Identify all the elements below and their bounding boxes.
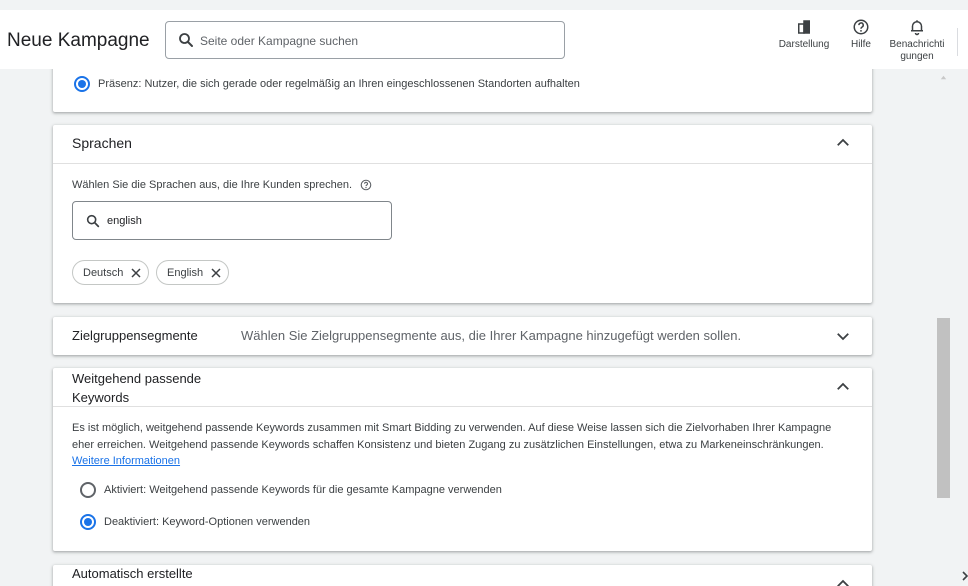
auto-created-assets-card: Automatisch erstellte [53, 565, 872, 586]
audience-card-title: Zielgruppensegmente [72, 328, 198, 343]
language-search-input[interactable] [107, 213, 377, 229]
broad-match-disabled-option[interactable]: Deaktiviert: Keyword-Optionen verwenden [80, 514, 310, 530]
notifications-button[interactable]: Benachrichti gungen [884, 18, 950, 63]
language-chip-english: English [156, 260, 230, 285]
broad-match-title-line1: Weitgehend passende [72, 371, 202, 386]
chevron-up-icon[interactable] [834, 575, 852, 586]
language-chip-deutsch: Deutsch [72, 260, 150, 285]
appearance-button[interactable]: Darstellung [776, 18, 832, 51]
close-icon[interactable] [210, 267, 222, 279]
top-strip [0, 0, 968, 10]
scrollbar-thumb[interactable] [937, 318, 950, 498]
broad-match-title-line2: Keywords [72, 390, 130, 405]
language-search-box[interactable] [72, 201, 392, 240]
audience-card-description: Wählen Sie Zielgruppensegmente aus, die … [241, 328, 742, 343]
search-icon [86, 214, 100, 228]
broad-match-description: Es ist möglich, weitgehend passende Keyw… [72, 420, 832, 470]
languages-card-title: Sprachen [72, 135, 132, 151]
chevron-up-icon[interactable] [834, 134, 852, 152]
learn-more-link[interactable]: Weitere Informationen [72, 455, 180, 467]
close-icon[interactable] [130, 267, 142, 279]
languages-hint: Wählen Sie die Sprachen aus, die Ihre Ku… [72, 179, 372, 191]
main-content: Präsenz: Nutzer, die sich gerade oder re… [0, 69, 968, 586]
page-title: Neue Kampagne [7, 30, 150, 51]
broad-match-disabled-label: Deaktiviert: Keyword-Optionen verwenden [104, 516, 311, 528]
page-search-input[interactable] [200, 31, 550, 51]
page-search-box[interactable] [165, 21, 565, 59]
app-header: Neue Kampagne Darstellung Hilfe Benachri… [0, 10, 968, 69]
scroll-up-arrow-icon[interactable] [939, 73, 948, 82]
languages-card: Sprachen Wählen Sie die Sprachen aus, di… [53, 125, 872, 303]
header-divider [957, 28, 958, 56]
search-icon [179, 33, 193, 47]
broad-match-enabled-radio[interactable] [80, 482, 96, 498]
help-label: Hilfe [850, 39, 871, 50]
notifications-label-line1: Benachrichti [889, 39, 945, 50]
card-divider [53, 406, 872, 407]
presence-radio-label: Präsenz: Nutzer, die sich gerade oder re… [98, 78, 580, 90]
chevron-up-icon[interactable] [834, 378, 852, 396]
card-divider [53, 163, 872, 164]
auto-assets-card-title: Automatisch erstellte [72, 566, 193, 581]
notifications-label-line2: gungen [900, 51, 934, 62]
chevron-down-icon[interactable] [834, 327, 852, 345]
broad-match-enabled-label: Aktiviert: Weitgehend passende Keywords … [104, 484, 502, 496]
audience-segments-card[interactable]: Zielgruppensegmente Wählen Sie Zielgrupp… [53, 317, 872, 355]
bell-icon [911, 20, 923, 36]
broad-match-card-title: Weitgehend passende Keywords [72, 369, 201, 407]
broad-match-card: Weitgehend passende Keywords Es ist mögl… [53, 368, 872, 551]
chevron-right-icon[interactable] [961, 569, 968, 583]
broad-match-disabled-radio[interactable] [80, 514, 96, 530]
help-icon[interactable] [360, 179, 372, 191]
help-button[interactable]: Hilfe [846, 18, 876, 51]
chip-label: Deutsch [83, 266, 124, 279]
broad-match-description-text: Es ist möglich, weitgehend passende Keyw… [72, 422, 832, 451]
help-icon [853, 19, 869, 35]
appearance-label: Darstellung [778, 39, 830, 50]
appearance-icon [798, 20, 810, 34]
presence-radio-option[interactable]: Präsenz: Nutzer, die sich gerade oder re… [74, 76, 580, 92]
chip-label: English [167, 266, 204, 279]
location-card: Präsenz: Nutzer, die sich gerade oder re… [53, 69, 872, 112]
languages-hint-text: Wählen Sie die Sprachen aus, die Ihre Ku… [72, 179, 353, 191]
broad-match-enabled-option[interactable]: Aktiviert: Weitgehend passende Keywords … [80, 482, 502, 498]
presence-radio[interactable] [74, 76, 90, 92]
